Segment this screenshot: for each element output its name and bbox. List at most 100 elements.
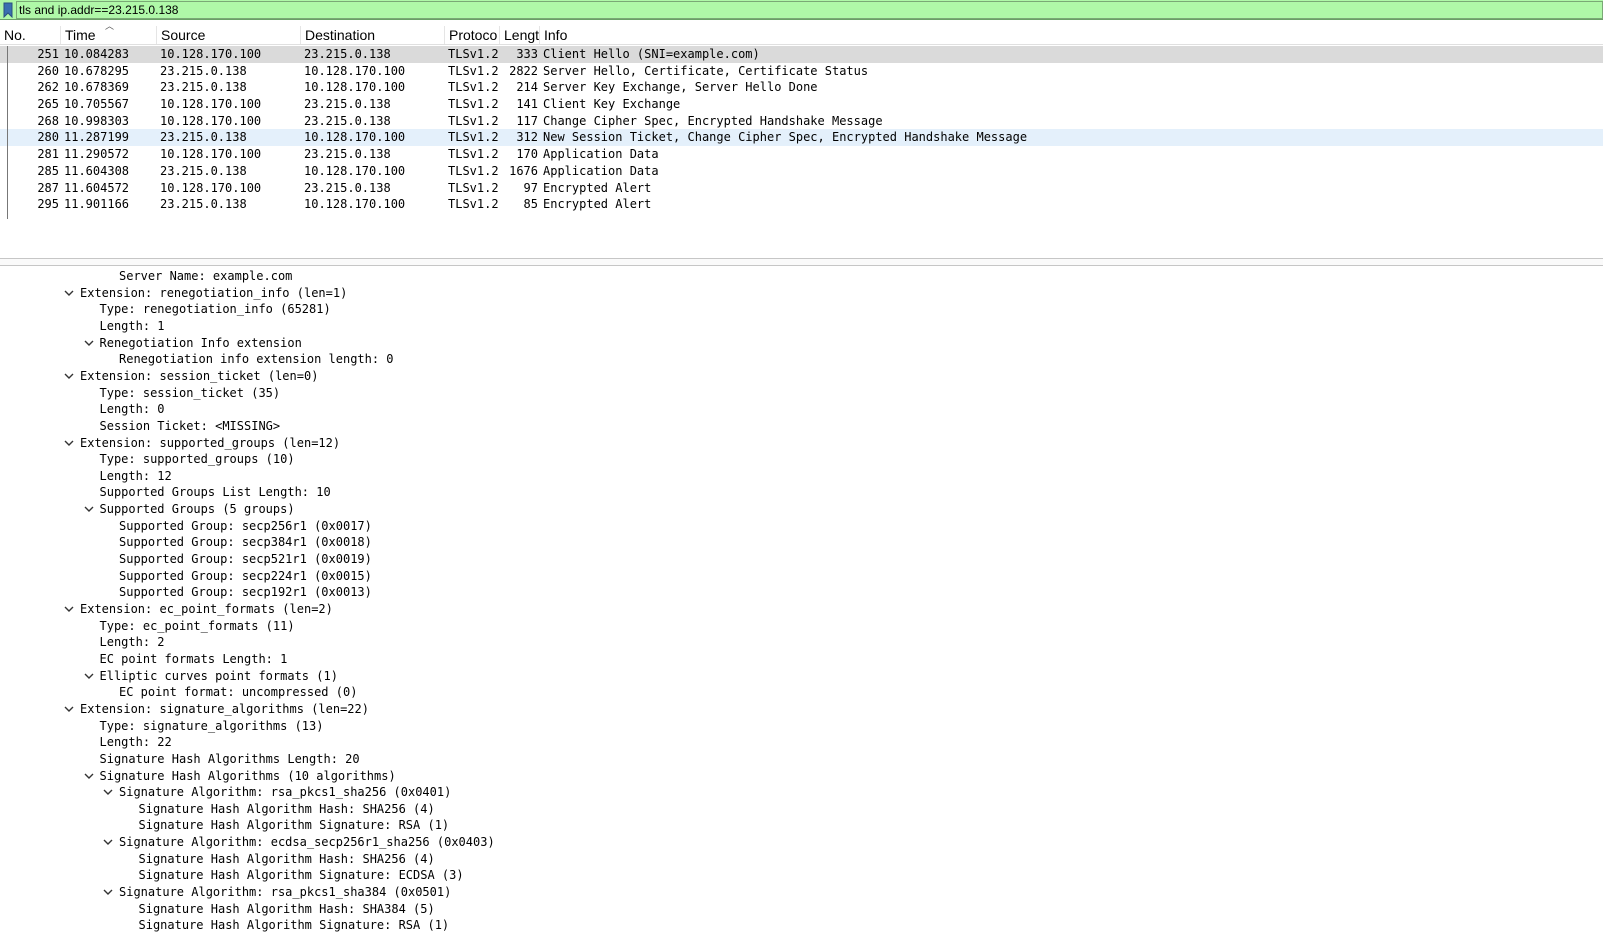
detail-item[interactable]: Signature Hash Algorithm Hash: SHA256 (4… — [139, 801, 435, 818]
column-header-destination[interactable]: Destination — [301, 26, 445, 44]
packet-row[interactable]: 262 10.678369 23.215.0.138 10.128.170.100 TL… — [0, 79, 1603, 96]
detail-item[interactable]: Renegotiation info extension length: 0 — [119, 351, 394, 368]
packet-source: 23.215.0.138 — [160, 130, 247, 145]
pane-splitter[interactable] — [0, 258, 1603, 266]
detail-item[interactable]: Type: renegotiation_info (65281) — [100, 301, 331, 318]
packet-row[interactable]: 260 10.678295 23.215.0.138 10.128.170.100 TL… — [0, 63, 1603, 80]
chevron-down-icon[interactable] — [101, 884, 115, 900]
detail-text: Supported Groups List Length: 10 — [99, 485, 331, 500]
chevron-down-icon[interactable] — [62, 285, 76, 301]
chevron-down-icon[interactable] — [62, 435, 76, 451]
detail-item[interactable]: Supported Group: secp521r1 (0x0019) — [119, 551, 372, 568]
detail-text: Type: renegotiation_info (65281) — [99, 302, 331, 317]
chevron-down-icon[interactable] — [101, 834, 115, 850]
packet-list-header: No. Time Source Destination Protoco Leng… — [0, 26, 1603, 45]
bookmark-icon[interactable] — [0, 1, 16, 19]
packet-row[interactable]: 285 11.604308 23.215.0.138 10.128.170.100 TL… — [0, 163, 1603, 180]
detail-item[interactable]: Length: 22 — [100, 734, 172, 751]
detail-item[interactable]: Type: session_ticket (35) — [100, 385, 281, 402]
detail-item[interactable]: Extension: supported_groups (len=12) — [64, 435, 341, 452]
packet-length: 85 — [523, 197, 538, 212]
detail-item[interactable]: Signature Hash Algorithms Length: 20 — [100, 751, 360, 768]
packet-row[interactable]: 295 11.901166 23.215.0.138 10.128.170.100 TL… — [0, 196, 1603, 213]
detail-item[interactable]: Signature Hash Algorithm Signature: RSA … — [139, 817, 450, 834]
chevron-down-icon[interactable] — [82, 768, 96, 784]
detail-item[interactable]: Signature Algorithm: ecdsa_secp256r1_sha… — [103, 834, 495, 851]
packet-destination: 23.215.0.138 — [304, 180, 391, 195]
detail-item[interactable]: Session Ticket: <MISSING> — [100, 418, 281, 435]
detail-item[interactable]: Signature Hash Algorithm Hash: SHA256 (4… — [139, 851, 435, 868]
column-header-protocol[interactable]: Protoco — [445, 26, 500, 44]
detail-text: Extension: ec_point_formats (len=2) — [80, 602, 333, 616]
packet-time: 11.604572 — [64, 180, 130, 195]
packet-source: 23.215.0.138 — [160, 63, 247, 78]
detail-text: Extension: supported_groups (len=12) — [80, 435, 341, 450]
detail-item[interactable]: Signature Hash Algorithm Signature: ECDS… — [139, 867, 464, 884]
detail-item[interactable]: Signature Algorithm: rsa_pkcs1_sha256 (0… — [103, 784, 451, 801]
chevron-down-icon[interactable] — [101, 784, 115, 800]
detail-item[interactable]: Type: supported_groups (10) — [100, 451, 295, 468]
detail-item[interactable]: EC point format: uncompressed (0) — [119, 684, 357, 701]
detail-item[interactable]: Server Name: example.com — [119, 268, 292, 285]
detail-item[interactable]: Extension: signature_algorithms (len=22) — [64, 701, 369, 718]
detail-text: Signature Hash Algorithm Signature: RSA … — [138, 818, 450, 833]
detail-item[interactable]: Type: signature_algorithms (13) — [100, 718, 324, 735]
chevron-down-icon[interactable] — [62, 368, 76, 384]
packet-no: 281 — [37, 147, 59, 162]
detail-item[interactable]: Signature Hash Algorithms (10 algorithms… — [84, 768, 396, 785]
detail-item[interactable]: Supported Group: secp192r1 (0x0013) — [119, 584, 372, 601]
column-header-length[interactable]: Lengt — [500, 26, 540, 44]
detail-item[interactable]: Renegotiation Info extension — [84, 335, 302, 352]
packet-no: 265 — [37, 97, 59, 112]
display-filter-input[interactable] — [16, 0, 1603, 19]
packet-protocol: TLSv1.2 — [448, 147, 499, 162]
packet-no: 262 — [37, 80, 59, 95]
detail-text: Length: 2 — [99, 635, 165, 650]
detail-text: Length: 22 — [99, 735, 172, 750]
detail-text: Supported Group: secp224r1 (0x0015) — [119, 568, 372, 583]
detail-item[interactable]: Extension: ec_point_formats (len=2) — [64, 601, 333, 618]
detail-item[interactable]: Length: 12 — [100, 468, 172, 485]
detail-item[interactable]: Length: 0 — [100, 401, 165, 418]
detail-item[interactable]: Supported Groups List Length: 10 — [100, 484, 331, 501]
detail-item[interactable]: Supported Groups (5 groups) — [84, 501, 295, 518]
chevron-down-icon[interactable] — [82, 668, 96, 684]
detail-item[interactable]: Extension: session_ticket (len=0) — [64, 368, 318, 385]
chevron-down-icon[interactable] — [82, 335, 96, 351]
detail-item[interactable]: Supported Group: secp384r1 (0x0018) — [119, 534, 372, 551]
chevron-down-icon[interactable] — [62, 601, 76, 617]
chevron-down-icon[interactable] — [82, 501, 96, 517]
detail-text: Type: session_ticket (35) — [99, 385, 281, 400]
detail-item[interactable]: Type: ec_point_formats (11) — [100, 618, 295, 635]
packet-destination: 23.215.0.138 — [304, 147, 391, 162]
detail-item[interactable]: Supported Group: secp224r1 (0x0015) — [119, 568, 372, 585]
packet-length: 214 — [516, 80, 538, 95]
packet-time: 11.604308 — [64, 163, 130, 178]
detail-text: Server Name: example.com — [119, 269, 293, 283]
detail-item[interactable]: Signature Algorithm: rsa_pkcs1_sha384 (0… — [103, 884, 451, 901]
column-header-no[interactable]: No. — [0, 26, 61, 44]
detail-item[interactable]: Supported Group: secp256r1 (0x0017) — [119, 518, 372, 535]
column-header-source[interactable]: Source — [157, 26, 301, 44]
packet-row[interactable]: 280 11.287199 23.215.0.138 10.128.170.100 TL… — [0, 129, 1603, 147]
column-header-info[interactable]: Info — [540, 26, 1603, 44]
packet-row[interactable]: 268 10.998303 10.128.170.100 23.215.0.138 TL… — [0, 113, 1603, 130]
detail-item[interactable]: Elliptic curves point formats (1) — [84, 668, 338, 685]
detail-item[interactable]: Extension: renegotiation_info (len=1) — [64, 285, 347, 302]
packet-row[interactable]: 265 10.705567 10.128.170.100 23.215.0.138 TL… — [0, 96, 1603, 113]
display-filter-bar — [0, 0, 1603, 20]
detail-item[interactable]: Signature Hash Algorithm Hash: SHA384 (5… — [139, 901, 435, 918]
detail-item[interactable]: Signature Hash Algorithm Signature: RSA … — [139, 917, 450, 934]
packet-info: Application Data — [543, 163, 659, 178]
packet-row[interactable]: 287 11.604572 10.128.170.100 23.215.0.138 TL… — [0, 180, 1603, 197]
packet-details-tree: Server Name: example.com Extension: reneg… — [0, 268, 1603, 940]
packet-row[interactable]: 281 11.290572 10.128.170.100 23.215.0.138 TL… — [0, 146, 1603, 163]
packet-no: 295 — [37, 197, 59, 212]
chevron-down-icon[interactable] — [62, 701, 76, 717]
detail-item[interactable]: EC point formats Length: 1 — [100, 651, 288, 668]
column-header-time[interactable]: Time — [61, 26, 157, 44]
detail-item[interactable]: Length: 2 — [100, 634, 165, 651]
packet-no: 280 — [37, 130, 59, 145]
detail-item[interactable]: Length: 1 — [100, 318, 165, 335]
packet-row[interactable]: 251 10.084283 10.128.170.100 23.215.0.138 TL… — [0, 46, 1603, 63]
